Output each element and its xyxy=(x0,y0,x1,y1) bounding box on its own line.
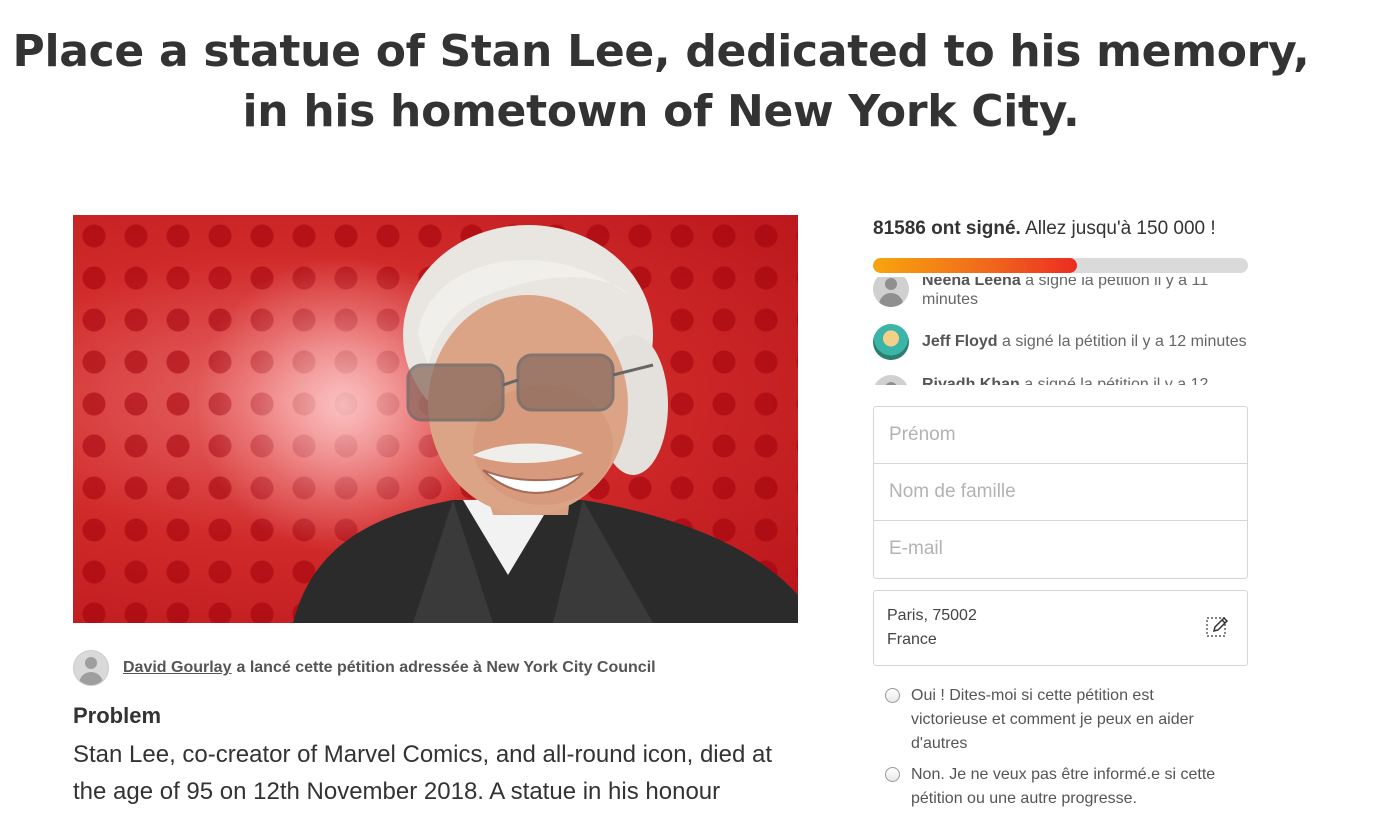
signer-name: Neena Leena xyxy=(922,277,1021,289)
petition-title: Place a statue of Stan Lee, dedicated to… xyxy=(12,26,1310,137)
opt-in-yes-label: Oui ! Dites-moi si cette pétition est vi… xyxy=(911,687,1194,752)
signature-progress-bar xyxy=(873,258,1248,273)
signer-name: Riyadh Khan xyxy=(922,376,1020,385)
signer-item: Riyadh Khan a signé la pétition il y a 1… xyxy=(873,375,1242,385)
signer-action: a signé la pétition il y a 12 minutes xyxy=(1002,333,1247,350)
signer-photo-avatar xyxy=(873,324,909,360)
signer-item: Neena Leena a signé la pétition il y a 1… xyxy=(873,277,1242,309)
pencil-edit-icon[interactable] xyxy=(1206,615,1230,639)
portrait-figure xyxy=(293,225,798,623)
opt-in-no-option[interactable]: Non. Je ne veux pas être informé.e si ce… xyxy=(885,763,1231,811)
problem-text: Stan Lee, co-creator of Marvel Comics, a… xyxy=(73,741,773,805)
first-name-input[interactable] xyxy=(887,423,1231,447)
signature-count: 81586 ont signé. Allez jusqu'à 150 000 ! xyxy=(873,218,1216,240)
opt-in-yes-option[interactable]: Oui ! Dites-moi si cette pétition est vi… xyxy=(885,684,1231,756)
user-avatar-icon xyxy=(873,375,909,385)
opt-in-no-label: Non. Je ne veux pas être informé.e si ce… xyxy=(911,766,1216,807)
radio-no[interactable] xyxy=(885,767,900,782)
problem-heading: Problem xyxy=(73,703,162,728)
email-input[interactable] xyxy=(887,537,1231,561)
radio-yes[interactable] xyxy=(885,688,900,703)
location-field[interactable]: Paris, 75002 France xyxy=(873,590,1248,666)
author-link[interactable]: David Gourlay xyxy=(123,659,231,677)
petition-author-line: David Gourlay a lancé cette pétition adr… xyxy=(73,650,656,686)
signer-item: Jeff Floyd a signé la pétition il y a 12… xyxy=(873,324,1252,360)
user-avatar-icon xyxy=(873,277,909,307)
signature-count-value: 81586 ont signé. xyxy=(873,218,1021,239)
location-country: France xyxy=(887,631,937,648)
sign-form xyxy=(873,406,1248,579)
user-avatar-icon xyxy=(73,650,109,686)
petition-photo xyxy=(73,215,798,623)
recent-signers-list: Neena Leena a signé la pétition il y a 1… xyxy=(873,277,1253,385)
progress-fill xyxy=(873,258,1077,273)
signer-name: Jeff Floyd xyxy=(922,333,998,350)
author-description: a lancé cette pétition adressée à New Yo… xyxy=(236,659,656,676)
location-city: Paris, 75002 xyxy=(887,607,977,624)
last-name-input[interactable] xyxy=(887,480,1231,504)
signature-goal: Allez jusqu'à 150 000 ! xyxy=(1025,218,1216,239)
